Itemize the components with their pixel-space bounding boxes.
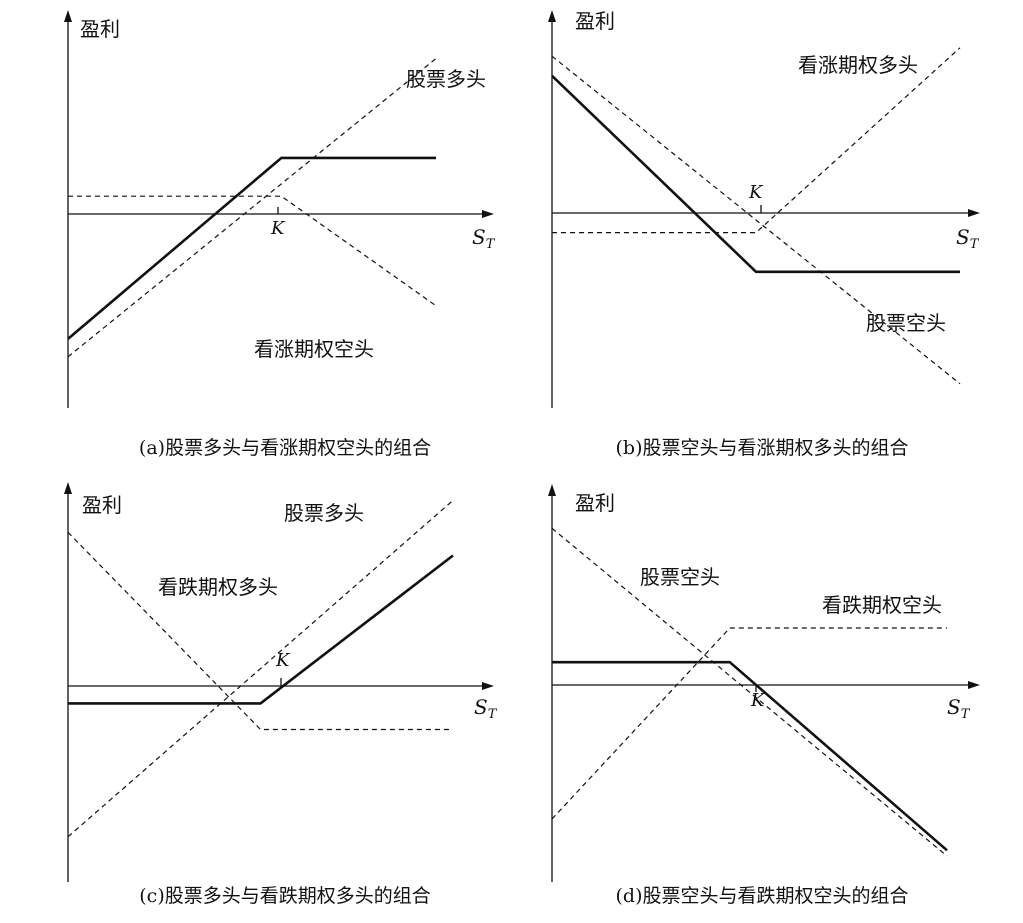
x-axis-label: ST [472, 225, 496, 252]
series-label-stock-long: 股票多头 [284, 501, 364, 525]
y-axis-arrow-icon [64, 482, 72, 494]
y-axis-label: 盈利 [575, 9, 615, 33]
payoff-figure: 盈利 股票多头 看涨期权空头 K ST (a)股票多头与看涨期权空头的组合 盈利… [64, 9, 980, 907]
panel-c: 盈利 股票多头 看跌期权多头 K ST (c)股票多头与看跌期权多头的组合 [64, 482, 498, 907]
strike-label: K [750, 690, 766, 711]
put-short-line [551, 627, 947, 820]
combined-payoff-line [67, 156, 436, 340]
call-short-line [68, 195, 437, 307]
series-label-call-long: 看涨期权多头 [798, 53, 918, 77]
x-axis-label: ST [474, 695, 498, 722]
panel-caption: (b)股票空头与看涨期权多头的组合 [616, 437, 909, 459]
series-label-put-short: 看跌期权空头 [822, 593, 942, 617]
panel-d: 盈利 股票空头 看跌期权空头 K ST (d)股票空头与看跌期权空头的组合 [548, 484, 980, 907]
x-axis-label: ST [947, 695, 971, 722]
x-axis-arrow-icon [482, 210, 494, 218]
series-label-put-long: 看跌期权多头 [158, 575, 278, 599]
panel-a: 盈利 股票多头 看涨期权空头 K ST (a)股票多头与看涨期权空头的组合 [64, 10, 496, 459]
series-label-stock-short: 股票空头 [640, 565, 720, 589]
combined-payoff-line [551, 74, 960, 274]
series-label-stock-short: 股票空头 [866, 311, 946, 335]
panel-b: 盈利 看涨期权多头 股票空头 K ST (b)股票空头与看涨期权多头的组合 [548, 9, 980, 459]
stock-long-line [67, 58, 437, 358]
y-axis-label: 盈利 [82, 493, 122, 517]
y-axis-arrow-icon [548, 10, 556, 22]
y-axis-label: 盈利 [575, 491, 615, 515]
strike-label: K [275, 650, 291, 671]
stock-long-line [67, 499, 454, 838]
strike-label: K [748, 182, 764, 203]
series-label-stock-long: 股票多头 [406, 67, 486, 91]
x-axis-arrow-icon [482, 682, 494, 690]
x-axis-arrow-icon [968, 209, 980, 217]
stock-short-line [551, 527, 948, 857]
x-axis-arrow-icon [968, 681, 980, 689]
panel-caption: (a)股票多头与看涨期权空头的组合 [139, 437, 431, 459]
y-axis-arrow-icon [64, 10, 72, 22]
x-axis-label: ST [956, 225, 980, 252]
series-label-call-short: 看涨期权空头 [254, 337, 374, 361]
panel-caption: (d)股票空头与看跌期权空头的组合 [616, 885, 909, 907]
combined-payoff-line [552, 660, 948, 852]
y-axis-arrow-icon [548, 484, 556, 496]
y-axis-label: 盈利 [80, 17, 120, 41]
panel-caption: (c)股票多头与看跌期权多头的组合 [139, 885, 430, 907]
put-long-line [67, 531, 453, 731]
strike-label: K [270, 218, 286, 239]
